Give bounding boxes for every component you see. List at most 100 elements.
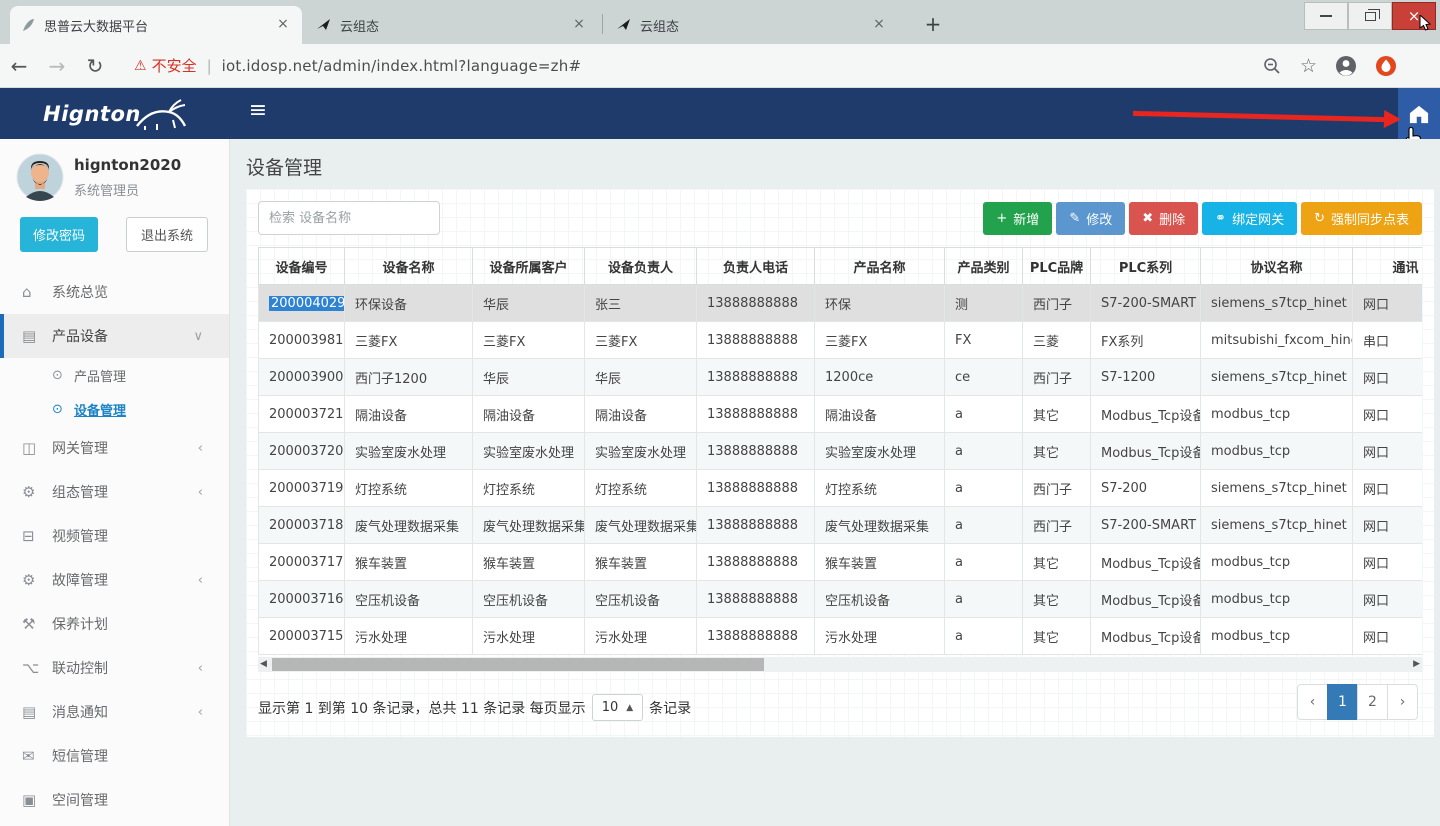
sidebar-item-8[interactable]: ⚒保养计划 <box>0 602 229 646</box>
sidebar-toggle-icon[interactable]: ≡ <box>243 98 273 123</box>
tab-close-icon[interactable]: × <box>870 16 888 34</box>
gateway-icon: ◫ <box>22 439 52 457</box>
column-header[interactable]: 设备名称 <box>345 248 473 285</box>
scrollbar-thumb[interactable] <box>272 658 764 671</box>
url-field[interactable]: ⚠ 不安全 | iot.idosp.net/admin/index.html?l… <box>120 50 1250 82</box>
table-cell: FX <box>945 322 1023 359</box>
column-header[interactable]: 产品类别 <box>945 248 1023 285</box>
table-row[interactable]: 200003719灯控系统灯控系统灯控系统13888888888灯控系统a西门子… <box>259 470 1423 507</box>
forward-icon[interactable]: → <box>38 54 76 78</box>
table-cell: 污水处理 <box>585 618 697 655</box>
space-icon: ▣ <box>22 791 52 809</box>
table-cell: 实验室废水处理 <box>585 433 697 470</box>
brand-text: Hignton <box>43 102 141 126</box>
prev-page-button[interactable]: ‹ <box>1297 684 1328 720</box>
bind-gateway-button[interactable]: ⚭绑定网关 <box>1202 202 1297 235</box>
profile-icon[interactable] <box>1335 55 1357 77</box>
addressbar-icons: ☆ <box>1262 55 1397 77</box>
scroll-left-icon[interactable]: ◀ <box>260 659 267 669</box>
table-cell: modbus_tcp <box>1201 618 1353 655</box>
column-header[interactable]: 设备所属客户 <box>473 248 585 285</box>
table-row[interactable]: 200003715污水处理污水处理污水处理13888888888污水处理a其它M… <box>259 618 1423 655</box>
logout-button[interactable]: 退出系统 <box>126 217 208 252</box>
table-row[interactable]: 200003720实验室废水处理实验室废水处理实验室废水处理1388888888… <box>259 433 1423 470</box>
column-header[interactable]: 设备负责人 <box>585 248 697 285</box>
browser-tab-1[interactable]: 思普云大数据平台 × <box>10 6 302 44</box>
column-header[interactable]: 负责人电话 <box>697 248 815 285</box>
search-input[interactable] <box>258 201 440 235</box>
table-cell: 环保设备 <box>345 285 473 322</box>
table-row[interactable]: 200003900西门子1200华辰华辰138888888881200cece西… <box>259 359 1423 396</box>
security-warning[interactable]: ⚠ 不安全 <box>134 55 197 76</box>
delete-button[interactable]: ✖删除 <box>1129 202 1198 235</box>
table-cell: 污水处理 <box>345 618 473 655</box>
column-header[interactable]: 设备编号 <box>259 248 345 285</box>
horizontal-scrollbar[interactable]: ◀ ▶ <box>258 657 1422 672</box>
table-row[interactable]: 200003981三菱FX三菱FX三菱FX13888888888三菱FXFX三菱… <box>259 322 1423 359</box>
zoom-out-icon[interactable] <box>1262 56 1282 76</box>
sidebar-item-3[interactable]: ⊙设备管理 <box>0 392 229 426</box>
table-row[interactable]: 200003718废气处理数据采集废气处理数据采集废气处理数据采集1388888… <box>259 507 1423 544</box>
restore-button[interactable] <box>1348 2 1392 30</box>
change-password-button[interactable]: 修改密码 <box>20 217 98 252</box>
column-header[interactable]: 协议名称 <box>1201 248 1353 285</box>
sidebar-item-10[interactable]: ▤消息通知‹ <box>0 690 229 734</box>
browser-tabstrip: 思普云大数据平台 × 云组态 × 云组态 × + × <box>0 0 1440 44</box>
column-header[interactable]: PLC品牌 <box>1023 248 1091 285</box>
tab-title: 思普云大数据平台 <box>44 16 274 35</box>
url-text: iot.idosp.net/admin/index.html?language=… <box>222 57 582 75</box>
browser-update-icon[interactable] <box>1375 55 1397 77</box>
new-tab-button[interactable]: + <box>920 12 946 38</box>
table-row[interactable]: 200004029环保设备华辰张三13888888888环保测西门子S7-200… <box>259 285 1423 322</box>
link-icon: ⚭ <box>1215 211 1226 226</box>
table-row[interactable]: 200003716空压机设备空压机设备空压机设备13888888888空压机设备… <box>259 581 1423 618</box>
sidebar-item-1[interactable]: ▤产品设备∨ <box>0 314 229 358</box>
page-button-2[interactable]: 2 <box>1357 684 1388 720</box>
sidebar-item-9[interactable]: ⌥联动控制‹ <box>0 646 229 690</box>
cross-icon: ✖ <box>1142 211 1153 226</box>
table-cell: 200003721 <box>259 396 345 433</box>
table-cell: 华辰 <box>473 359 585 396</box>
sidebar-item-6[interactable]: ⊟视频管理 <box>0 514 229 558</box>
table-row[interactable]: 200003717猴车装置猴车装置猴车装置13888888888猴车装置a其它M… <box>259 544 1423 581</box>
back-icon[interactable]: ← <box>0 54 38 78</box>
table-cell: 污水处理 <box>815 618 945 655</box>
table-cell: siemens_s7tcp_hinet <box>1201 507 1353 544</box>
table-cell: 猴车装置 <box>345 544 473 581</box>
table-cell: 猴车装置 <box>815 544 945 581</box>
sidebar-item-5[interactable]: ⚙组态管理‹ <box>0 470 229 514</box>
user-avatar[interactable] <box>16 153 64 201</box>
tab-close-icon[interactable]: × <box>570 16 588 34</box>
rocket-icon <box>316 17 332 33</box>
tab-close-icon[interactable]: × <box>274 16 292 34</box>
table-row[interactable]: 200003721隔油设备隔油设备隔油设备13888888888隔油设备a其它M… <box>259 396 1423 433</box>
browser-tab-2[interactable]: 云组态 × <box>306 6 598 44</box>
close-button[interactable]: × <box>1392 2 1436 30</box>
table-cell: Modbus_Tcp设备 <box>1091 544 1201 581</box>
column-header[interactable]: 通讯 <box>1353 248 1423 285</box>
sidebar-item-7[interactable]: ⚙故障管理‹ <box>0 558 229 602</box>
edit-button[interactable]: ✎修改 <box>1056 202 1125 235</box>
table-cell: 环保 <box>815 285 945 322</box>
record-summary: 显示第 1 到第 10 条记录，总共 11 条记录 每页显示 10 ▲ 条记录 <box>258 694 691 721</box>
page-size-select[interactable]: 10 ▲ <box>592 694 643 721</box>
scroll-right-icon[interactable]: ▶ <box>1413 659 1420 669</box>
sidebar-item-0[interactable]: ⌂系统总览 <box>0 270 229 314</box>
reload-icon[interactable]: ↻ <box>76 54 114 78</box>
sidebar-item-12[interactable]: ▣空间管理 <box>0 778 229 822</box>
next-page-button[interactable]: › <box>1387 684 1418 720</box>
sidebar-item-2[interactable]: ⊙产品管理 <box>0 358 229 392</box>
warning-icon: ⚠ <box>134 58 147 74</box>
add-button[interactable]: +新增 <box>983 202 1052 235</box>
sidebar-item-4[interactable]: ◫网关管理‹ <box>0 426 229 470</box>
browser-tab-3[interactable]: 云组态 × <box>606 6 898 44</box>
table-cell: 实验室废水处理 <box>473 433 585 470</box>
minimize-button[interactable] <box>1304 2 1348 30</box>
column-header[interactable]: PLC系列 <box>1091 248 1201 285</box>
page-button-1[interactable]: 1 <box>1327 684 1358 720</box>
bookmark-star-icon[interactable]: ☆ <box>1300 55 1317 77</box>
table-cell: 其它 <box>1023 433 1091 470</box>
force-sync-button[interactable]: ↻强制同步点表 <box>1301 202 1422 235</box>
column-header[interactable]: 产品名称 <box>815 248 945 285</box>
sidebar-item-11[interactable]: ✉短信管理 <box>0 734 229 778</box>
